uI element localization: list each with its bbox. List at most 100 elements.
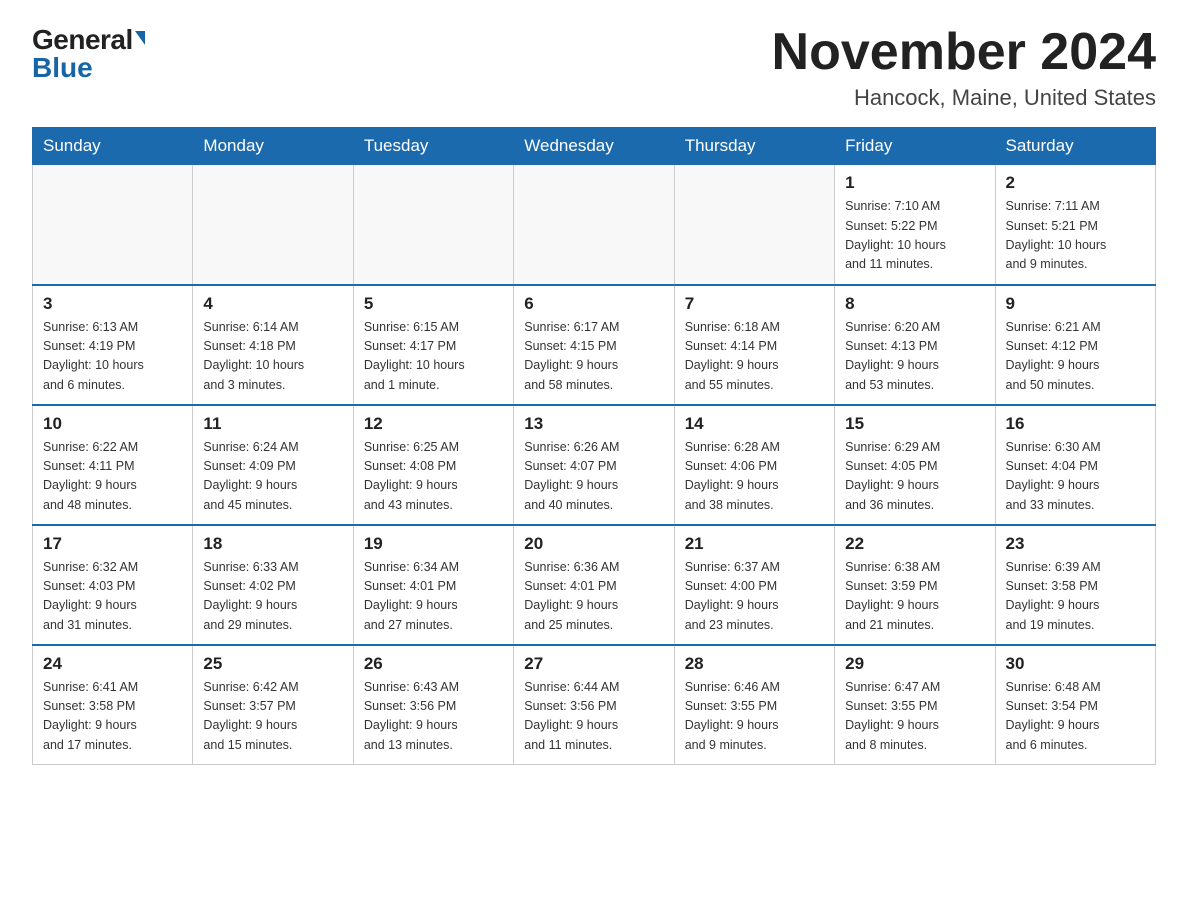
day-number: 25 — [203, 654, 342, 674]
day-info: Sunrise: 6:13 AMSunset: 4:19 PMDaylight:… — [43, 318, 182, 396]
day-info: Sunrise: 6:47 AMSunset: 3:55 PMDaylight:… — [845, 678, 984, 756]
day-info: Sunrise: 6:41 AMSunset: 3:58 PMDaylight:… — [43, 678, 182, 756]
day-info: Sunrise: 7:11 AMSunset: 5:21 PMDaylight:… — [1006, 197, 1145, 275]
day-info: Sunrise: 6:17 AMSunset: 4:15 PMDaylight:… — [524, 318, 663, 396]
calendar-cell — [674, 165, 834, 285]
calendar-cell: 23 Sunrise: 6:39 AMSunset: 3:58 PMDayligh… — [995, 525, 1155, 645]
day-info: Sunrise: 6:44 AMSunset: 3:56 PMDaylight:… — [524, 678, 663, 756]
month-title: November 2024 — [772, 24, 1156, 81]
calendar-cell: 29Sunrise: 6:47 AMSunset: 3:55 PMDayligh… — [835, 645, 995, 765]
calendar-cell — [353, 165, 513, 285]
weekday-header-row: SundayMondayTuesdayWednesdayThursdayFrid… — [33, 128, 1156, 165]
day-number: 23 — [1006, 534, 1145, 554]
weekday-header-sunday: Sunday — [33, 128, 193, 165]
day-number: 3 — [43, 294, 182, 314]
weekday-header-tuesday: Tuesday — [353, 128, 513, 165]
day-info: Sunrise: 6:26 AMSunset: 4:07 PMDaylight:… — [524, 438, 663, 516]
page-header: General Blue November 2024 Hancock, Main… — [32, 24, 1156, 111]
calendar-cell: 10 Sunrise: 6:22 AMSunset: 4:11 PMDayligh… — [33, 405, 193, 525]
day-info: Sunrise: 6:18 AMSunset: 4:14 PMDaylight:… — [685, 318, 824, 396]
day-number: 15 — [845, 414, 984, 434]
day-number: 30 — [1006, 654, 1145, 674]
calendar-cell: 13 Sunrise: 6:26 AMSunset: 4:07 PMDayligh… — [514, 405, 674, 525]
calendar-cell: 1 Sunrise: 7:10 AMSunset: 5:22 PMDaylight… — [835, 165, 995, 285]
day-number: 7 — [685, 294, 824, 314]
calendar-cell: 3 Sunrise: 6:13 AMSunset: 4:19 PMDaylight… — [33, 285, 193, 405]
calendar-week-row-5: 24 Sunrise: 6:41 AMSunset: 3:58 PMDayligh… — [33, 645, 1156, 765]
day-number: 27 — [524, 654, 663, 674]
day-info: Sunrise: 6:39 AMSunset: 3:58 PMDaylight:… — [1006, 558, 1145, 636]
calendar-week-row-3: 10 Sunrise: 6:22 AMSunset: 4:11 PMDayligh… — [33, 405, 1156, 525]
day-info: Sunrise: 6:34 AMSunset: 4:01 PMDaylight:… — [364, 558, 503, 636]
day-number: 22 — [845, 534, 984, 554]
calendar-cell: 5 Sunrise: 6:15 AMSunset: 4:17 PMDaylight… — [353, 285, 513, 405]
day-info: Sunrise: 6:32 AMSunset: 4:03 PMDaylight:… — [43, 558, 182, 636]
calendar-cell: 17 Sunrise: 6:32 AMSunset: 4:03 PMDayligh… — [33, 525, 193, 645]
day-info: Sunrise: 6:25 AMSunset: 4:08 PMDaylight:… — [364, 438, 503, 516]
day-info: Sunrise: 6:36 AMSunset: 4:01 PMDaylight:… — [524, 558, 663, 636]
day-info: Sunrise: 6:30 AMSunset: 4:04 PMDaylight:… — [1006, 438, 1145, 516]
day-info: Sunrise: 6:15 AMSunset: 4:17 PMDaylight:… — [364, 318, 503, 396]
calendar-cell: 8 Sunrise: 6:20 AMSunset: 4:13 PMDaylight… — [835, 285, 995, 405]
calendar-cell — [514, 165, 674, 285]
day-number: 9 — [1006, 294, 1145, 314]
calendar-cell: 25Sunrise: 6:42 AMSunset: 3:57 PMDayligh… — [193, 645, 353, 765]
day-number: 5 — [364, 294, 503, 314]
calendar-week-row-1: 1 Sunrise: 7:10 AMSunset: 5:22 PMDaylight… — [33, 165, 1156, 285]
day-info: Sunrise: 6:48 AMSunset: 3:54 PMDaylight:… — [1006, 678, 1145, 756]
day-number: 14 — [685, 414, 824, 434]
day-number: 6 — [524, 294, 663, 314]
day-number: 17 — [43, 534, 182, 554]
calendar-cell: 28 Sunrise: 6:46 AMSunset: 3:55 PMDayligh… — [674, 645, 834, 765]
weekday-header-wednesday: Wednesday — [514, 128, 674, 165]
day-info: Sunrise: 6:37 AMSunset: 4:00 PMDaylight:… — [685, 558, 824, 636]
day-number: 1 — [845, 173, 984, 193]
day-info: Sunrise: 6:24 AMSunset: 4:09 PMDaylight:… — [203, 438, 342, 516]
day-number: 4 — [203, 294, 342, 314]
day-info: Sunrise: 7:10 AMSunset: 5:22 PMDaylight:… — [845, 197, 984, 275]
calendar-cell: 27 Sunrise: 6:44 AMSunset: 3:56 PMDayligh… — [514, 645, 674, 765]
calendar-cell — [33, 165, 193, 285]
day-number: 12 — [364, 414, 503, 434]
weekday-header-saturday: Saturday — [995, 128, 1155, 165]
calendar-cell: 11 Sunrise: 6:24 AMSunset: 4:09 PMDayligh… — [193, 405, 353, 525]
day-info: Sunrise: 6:21 AMSunset: 4:12 PMDaylight:… — [1006, 318, 1145, 396]
logo-triangle-icon — [135, 31, 145, 45]
weekday-header-thursday: Thursday — [674, 128, 834, 165]
day-number: 19 — [364, 534, 503, 554]
calendar-cell: 16 Sunrise: 6:30 AMSunset: 4:04 PMDayligh… — [995, 405, 1155, 525]
day-info: Sunrise: 6:20 AMSunset: 4:13 PMDaylight:… — [845, 318, 984, 396]
day-info: Sunrise: 6:14 AMSunset: 4:18 PMDaylight:… — [203, 318, 342, 396]
calendar-cell: 15 Sunrise: 6:29 AMSunset: 4:05 PMDayligh… — [835, 405, 995, 525]
day-number: 8 — [845, 294, 984, 314]
calendar-cell: 6 Sunrise: 6:17 AMSunset: 4:15 PMDaylight… — [514, 285, 674, 405]
calendar-week-row-4: 17 Sunrise: 6:32 AMSunset: 4:03 PMDayligh… — [33, 525, 1156, 645]
weekday-header-friday: Friday — [835, 128, 995, 165]
calendar-cell: 20 Sunrise: 6:36 AMSunset: 4:01 PMDayligh… — [514, 525, 674, 645]
day-number: 21 — [685, 534, 824, 554]
calendar-cell: 22Sunrise: 6:38 AMSunset: 3:59 PMDayligh… — [835, 525, 995, 645]
day-number: 13 — [524, 414, 663, 434]
calendar-cell: 2 Sunrise: 7:11 AMSunset: 5:21 PMDaylight… — [995, 165, 1155, 285]
day-number: 24 — [43, 654, 182, 674]
location: Hancock, Maine, United States — [772, 85, 1156, 111]
calendar-cell: 30 Sunrise: 6:48 AMSunset: 3:54 PMDayligh… — [995, 645, 1155, 765]
day-info: Sunrise: 6:33 AMSunset: 4:02 PMDaylight:… — [203, 558, 342, 636]
day-number: 11 — [203, 414, 342, 434]
day-info: Sunrise: 6:29 AMSunset: 4:05 PMDaylight:… — [845, 438, 984, 516]
day-info: Sunrise: 6:28 AMSunset: 4:06 PMDaylight:… — [685, 438, 824, 516]
calendar-cell: 21 Sunrise: 6:37 AMSunset: 4:00 PMDayligh… — [674, 525, 834, 645]
weekday-header-monday: Monday — [193, 128, 353, 165]
day-number: 2 — [1006, 173, 1145, 193]
calendar-cell: 19 Sunrise: 6:34 AMSunset: 4:01 PMDayligh… — [353, 525, 513, 645]
logo: General Blue — [32, 24, 145, 84]
calendar-table: SundayMondayTuesdayWednesdayThursdayFrid… — [32, 127, 1156, 765]
day-info: Sunrise: 6:46 AMSunset: 3:55 PMDaylight:… — [685, 678, 824, 756]
day-number: 28 — [685, 654, 824, 674]
day-number: 16 — [1006, 414, 1145, 434]
day-number: 10 — [43, 414, 182, 434]
calendar-cell: 24 Sunrise: 6:41 AMSunset: 3:58 PMDayligh… — [33, 645, 193, 765]
day-info: Sunrise: 6:22 AMSunset: 4:11 PMDaylight:… — [43, 438, 182, 516]
calendar-cell: 14 Sunrise: 6:28 AMSunset: 4:06 PMDayligh… — [674, 405, 834, 525]
day-number: 20 — [524, 534, 663, 554]
